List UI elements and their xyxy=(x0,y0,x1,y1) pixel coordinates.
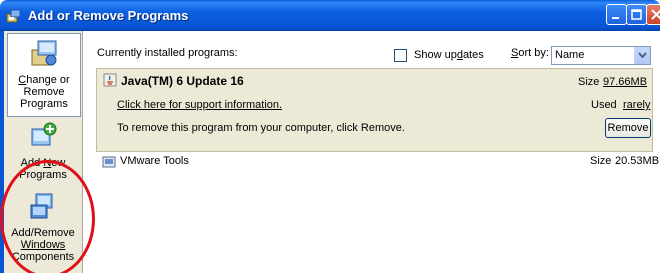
sidebar-item-windows-components[interactable]: Add/Remove Windows Components xyxy=(7,191,79,267)
sidebar-item-label: Components xyxy=(11,251,75,263)
change-remove-programs-icon xyxy=(8,34,80,71)
sidebar: Change or Remove Programs Add New Progra… xyxy=(4,31,83,273)
sidebar-item-add-new-programs[interactable]: Add New Programs xyxy=(7,121,79,183)
program-used-value[interactable]: rarely xyxy=(623,99,651,111)
remove-instructions: To remove this program from your compute… xyxy=(117,122,405,134)
installed-programs-label: Currently installed programs: xyxy=(97,47,238,59)
java-icon xyxy=(103,73,117,87)
sidebar-item-label: Add/Remove xyxy=(11,227,75,239)
sort-by-value: Name xyxy=(555,49,585,61)
windows-components-icon xyxy=(7,191,79,224)
sidebar-item-label: Change or xyxy=(18,74,70,86)
minimize-button[interactable] xyxy=(606,4,627,25)
program-used-label: Used xyxy=(591,99,617,111)
program-name: Java(TM) 6 Update 16 xyxy=(121,74,244,88)
support-info-link[interactable]: Click here for support information. xyxy=(117,99,282,111)
program-name: VMware Tools xyxy=(120,155,189,167)
show-updates-checkbox[interactable] xyxy=(394,49,407,62)
program-row-selected[interactable]: Java(TM) 6 Update 16 Size 97.66MB Click … xyxy=(96,68,653,152)
chevron-down-icon[interactable] xyxy=(634,47,650,64)
sidebar-item-label: Programs xyxy=(20,98,68,110)
title-bar[interactable]: Add or Remove Programs xyxy=(0,0,660,31)
window-title: Add or Remove Programs xyxy=(28,8,189,23)
add-remove-programs-icon xyxy=(6,8,22,24)
sidebar-item-label-rest: hange or xyxy=(26,74,70,86)
maximize-button[interactable] xyxy=(626,4,647,25)
vmware-tools-icon xyxy=(102,155,116,169)
program-size-label: Size xyxy=(578,76,600,88)
sort-by-label: Sort by: xyxy=(511,47,549,59)
add-new-programs-icon xyxy=(7,121,79,154)
program-size-label: Size xyxy=(590,155,612,167)
sidebar-item-label: Programs xyxy=(19,169,67,181)
sidebar-item-label: Remove xyxy=(23,86,65,98)
sidebar-item-label: Windows xyxy=(20,239,66,251)
program-list-area: Currently installed programs: Show updat… xyxy=(83,31,660,273)
sidebar-item-label: Add New xyxy=(20,157,66,169)
sidebar-item-change-remove-programs[interactable]: Change or Remove Programs xyxy=(7,33,81,117)
show-updates-label[interactable]: Show updates xyxy=(414,49,484,61)
program-row[interactable]: VMware Tools Size 20.53MB xyxy=(96,152,659,172)
sort-by-select[interactable]: Name xyxy=(551,46,651,65)
add-remove-programs-window: Add or Remove Programs Change or Remove xyxy=(0,0,660,273)
remove-button[interactable]: Remove xyxy=(605,118,651,138)
program-size-value[interactable]: 97.66MB xyxy=(603,76,647,88)
program-size-value: 20.53MB xyxy=(615,155,660,167)
close-button[interactable] xyxy=(646,4,660,25)
